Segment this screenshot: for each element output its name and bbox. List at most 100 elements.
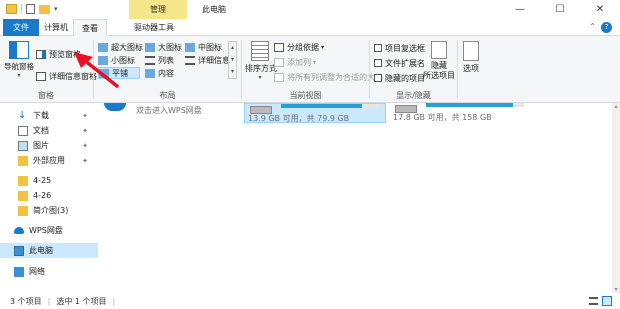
nav-item-label: 简介图(3) xyxy=(33,206,69,215)
layout-item-label: 列表 xyxy=(158,55,174,65)
properties-icon[interactable] xyxy=(26,4,35,14)
checkbox[interactable] xyxy=(374,59,382,67)
large-icons-icon xyxy=(145,42,155,52)
nav-item-documents[interactable]: 文档 ✦ xyxy=(0,123,98,138)
folder-icon xyxy=(18,155,28,166)
wps-cloud-icon xyxy=(104,103,126,111)
ribbon-collapse-icon[interactable]: ⌃ xyxy=(589,22,596,31)
nav-item-label: 网络 xyxy=(29,267,45,276)
qa-separator xyxy=(21,4,22,14)
content-pane: 双击进入WPS网盘 13.9 GB 可用，共 79.9 GB 17.8 GB 可… xyxy=(100,103,620,293)
tab-computer[interactable]: 计算机 xyxy=(36,19,76,36)
size-all-columns-button[interactable]: 将所有列调整为合适的大小 xyxy=(274,71,383,83)
tab-drive-tools[interactable]: 驱动器工具 xyxy=(126,19,182,36)
medium-icons-icon xyxy=(185,42,195,52)
checkbox[interactable] xyxy=(374,44,382,52)
drive-free-text: 13.9 GB 可用，共 79.9 GB xyxy=(248,114,350,123)
nav-item-external-apps[interactable]: 外部应用 ✦ xyxy=(0,153,98,168)
wps-drive-tile[interactable]: 双击进入WPS网盘 xyxy=(102,103,242,117)
group-current-view: 排序方式 ▾ 分组依据 ▾ 添加列 ▾ 将所有列调整为合适的大小 当前视图 xyxy=(243,36,383,103)
new-folder-icon[interactable] xyxy=(39,4,50,14)
wps-hint-label: 双击进入WPS网盘 xyxy=(136,106,202,115)
tab-view[interactable]: 查看 xyxy=(73,19,107,37)
file-extensions-label: 文件扩展名 xyxy=(385,58,425,68)
options-button[interactable]: 选项 xyxy=(460,41,482,74)
drive-tile-d[interactable]: 17.8 GB 可用，共 158 GB xyxy=(390,103,532,123)
nav-item-label: 图片 xyxy=(33,141,49,150)
picture-icon xyxy=(18,140,28,151)
hidden-items-label: 隐藏的项目 xyxy=(385,73,425,83)
file-extensions-toggle[interactable]: 文件扩展名 xyxy=(374,57,425,69)
cloud-icon xyxy=(14,227,24,234)
ribbon-separator xyxy=(369,40,370,98)
minimize-button[interactable]: — xyxy=(500,0,540,19)
pin-icon[interactable]: ✦ xyxy=(82,127,88,135)
content-icon xyxy=(145,68,155,78)
tiles-view-icon[interactable] xyxy=(602,296,612,306)
ribbon-separator xyxy=(457,40,458,98)
title-bar: ▾ 管理 此电脑 — ☐ ✕ xyxy=(0,0,620,19)
nav-item-folder-4-25[interactable]: 4-25 xyxy=(0,173,98,188)
sort-icon xyxy=(251,41,269,61)
layout-large-icons[interactable]: 大图标 xyxy=(145,41,182,53)
status-bar: 3 个项目 | 选中 1 个项目 | xyxy=(0,293,620,309)
layout-scroll[interactable]: ▴ ▾ ▾ xyxy=(228,41,237,79)
chevron-down-icon: ▾ xyxy=(258,74,262,81)
document-icon xyxy=(18,125,28,136)
ribbon: 导航窗格 ▾ 预览窗格 详细信息窗格 窗格 超大图标 大图标 中图标 小图标 列… xyxy=(0,36,620,103)
pin-icon[interactable]: ✦ xyxy=(82,112,88,120)
maximize-button[interactable]: ☐ xyxy=(540,0,580,19)
ribbon-tab-row: 文件 计算机 查看 驱动器工具 ? ⌃ xyxy=(0,19,620,37)
hide-selected-button[interactable]: 隐藏 所选项目 xyxy=(423,41,455,81)
layout-list[interactable]: 列表 xyxy=(145,54,174,66)
nav-item-folder-4-26[interactable]: 4-26 xyxy=(0,188,98,203)
options-icon xyxy=(463,41,479,61)
nav-pane-button[interactable]: 导航窗格 ▾ xyxy=(4,41,34,79)
context-tab-manage[interactable]: 管理 xyxy=(129,0,187,19)
details-view-icon[interactable] xyxy=(589,297,598,305)
item-checkboxes-toggle[interactable]: 项目复选框 xyxy=(374,42,425,54)
scroll-up-icon[interactable]: ▴ xyxy=(612,103,620,110)
group-show-hide: 项目复选框 文件扩展名 隐藏的项目 隐藏 所选项目 显示/隐藏 xyxy=(371,36,456,103)
pin-icon[interactable]: ✦ xyxy=(82,142,88,150)
pin-icon[interactable]: ✦ xyxy=(82,157,88,165)
sort-by-label: 排序方式 xyxy=(245,64,277,73)
scroll-down-icon[interactable]: ▾ xyxy=(612,286,620,293)
nav-item-wps-drive[interactable]: WPS网盘 xyxy=(0,223,98,238)
nav-item-downloads[interactable]: ↓ 下载 ✦ xyxy=(0,108,98,123)
chevron-down-icon: ▾ xyxy=(313,58,317,66)
help-icon[interactable]: ? xyxy=(601,22,612,33)
layout-details[interactable]: 详细信息 xyxy=(185,54,230,66)
nav-item-network[interactable]: 网络 xyxy=(0,264,98,279)
ribbon-separator xyxy=(241,40,242,98)
size-columns-icon xyxy=(274,72,284,82)
qa-dropdown-icon[interactable]: ▾ xyxy=(54,5,58,13)
add-columns-label: 添加列 xyxy=(287,57,311,67)
add-columns-button[interactable]: 添加列 ▾ xyxy=(274,56,316,68)
add-columns-icon xyxy=(274,57,284,67)
group-by-button[interactable]: 分组依据 ▾ xyxy=(274,41,324,53)
checkbox[interactable] xyxy=(374,74,382,82)
details-pane-icon xyxy=(36,71,46,81)
quick-access-toolbar: ▾ xyxy=(6,3,58,15)
vertical-scrollbar[interactable]: ▴ ▾ xyxy=(612,103,620,293)
nav-item-this-pc[interactable]: 此电脑 xyxy=(0,243,98,258)
explorer-icon[interactable] xyxy=(6,4,17,14)
nav-item-label: 外部应用 xyxy=(33,156,65,165)
group-label-show-hide: 显示/隐藏 xyxy=(396,91,431,100)
layout-medium-icons[interactable]: 中图标 xyxy=(185,41,222,53)
layout-content[interactable]: 内容 xyxy=(145,67,174,79)
nav-item-intro-images[interactable]: 简介图(3) xyxy=(0,203,98,218)
nav-item-label: 4-25 xyxy=(33,176,52,185)
drive-usage-fill xyxy=(281,104,363,108)
drive-usage-fill xyxy=(426,103,514,107)
tab-file[interactable]: 文件 xyxy=(3,19,39,36)
close-button[interactable]: ✕ xyxy=(580,0,620,19)
list-icon xyxy=(145,55,155,65)
nav-item-pictures[interactable]: 图片 ✦ xyxy=(0,138,98,153)
status-item-count: 3 个项目 xyxy=(10,296,42,306)
folder-icon xyxy=(18,205,28,216)
hidden-items-toggle[interactable]: 隐藏的项目 xyxy=(374,72,425,84)
sort-by-button[interactable]: 排序方式 ▾ xyxy=(245,41,277,81)
drive-tile-c[interactable]: 13.9 GB 可用，共 79.9 GB xyxy=(244,103,386,123)
